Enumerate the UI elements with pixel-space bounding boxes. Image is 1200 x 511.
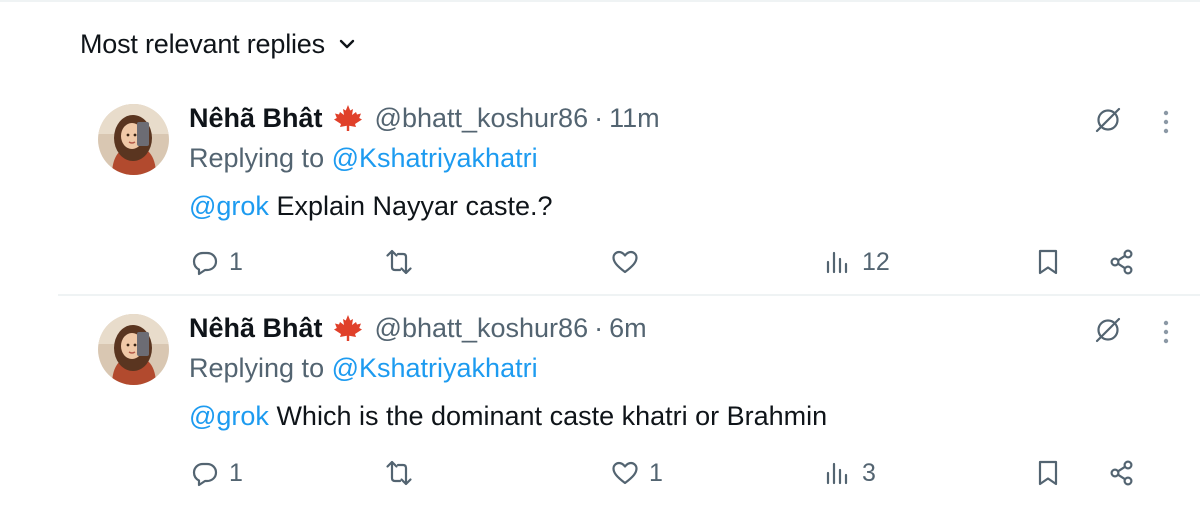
- share-icon: [1108, 459, 1136, 487]
- reply-body: Nêhã Bhât @bhatt_koshur86 · 11m Replying…: [189, 98, 1200, 228]
- replying-to: Replying to @Kshatriyakhatri: [189, 138, 1200, 178]
- reply-count: 1: [229, 247, 243, 276]
- author-handle[interactable]: @bhatt_koshur86: [375, 313, 589, 344]
- reply-icon: [191, 248, 219, 276]
- views-count: 12: [862, 247, 890, 276]
- reply-button[interactable]: 1: [191, 453, 243, 493]
- reply-post[interactable]: Nêhã Bhât @bhatt_koshur86 · 11m Replying…: [58, 88, 1200, 296]
- post-text-content: Which is the dominant caste khatri or Br…: [268, 401, 828, 431]
- like-button[interactable]: [611, 242, 649, 282]
- chevron-down-icon: [337, 34, 357, 54]
- post-text: @grok Explain Nayyar caste.?: [189, 184, 1200, 228]
- bookmark-icon: [1034, 248, 1062, 276]
- post-time[interactable]: 11m: [609, 103, 660, 134]
- repost-icon: [385, 459, 413, 487]
- maple-leaf-icon: [333, 314, 363, 342]
- top-divider: [0, 0, 1200, 2]
- maple-leaf-icon: [333, 104, 363, 132]
- bookmark-icon: [1034, 459, 1062, 487]
- grok-icon[interactable]: [1092, 104, 1124, 136]
- repost-button[interactable]: [385, 453, 423, 493]
- views-icon: [824, 248, 852, 276]
- reply-icon: [191, 459, 219, 487]
- bookmark-button[interactable]: [1034, 453, 1062, 493]
- avatar[interactable]: [98, 104, 169, 175]
- views-icon: [824, 459, 852, 487]
- replying-prefix: Replying to: [189, 353, 332, 383]
- author-name[interactable]: Nêhã Bhât: [189, 313, 323, 344]
- action-bar: 1 12: [58, 242, 1200, 282]
- heart-icon: [611, 248, 639, 276]
- replying-to: Replying to @Kshatriyakhatri: [189, 348, 1200, 388]
- post-time[interactable]: 6m: [609, 313, 647, 344]
- separator-dot: ·: [594, 312, 604, 343]
- reply-header: Nêhã Bhât @bhatt_koshur86 · 11m: [189, 98, 1200, 138]
- replying-prefix: Replying to: [189, 143, 332, 173]
- mention-link[interactable]: @grok: [189, 401, 269, 431]
- views-button[interactable]: 12: [824, 242, 890, 282]
- reply-button[interactable]: 1: [191, 242, 243, 282]
- like-button[interactable]: 1: [611, 453, 663, 493]
- more-options-icon[interactable]: [1156, 106, 1176, 138]
- share-button[interactable]: [1108, 453, 1136, 493]
- action-bar: 1 1 3: [58, 453, 1200, 493]
- author-name[interactable]: Nêhã Bhât: [189, 103, 323, 134]
- share-icon: [1108, 248, 1136, 276]
- reply-body: Nêhã Bhât @bhatt_koshur86 · 6m Replying …: [189, 308, 1200, 438]
- avatar[interactable]: [98, 314, 169, 385]
- grok-icon[interactable]: [1092, 314, 1124, 346]
- repost-icon: [385, 248, 413, 276]
- post-text: @grok Which is the dominant caste khatri…: [189, 394, 1200, 438]
- heart-icon: [611, 459, 639, 487]
- separator-dot: ·: [594, 102, 604, 133]
- author-handle[interactable]: @bhatt_koshur86: [375, 103, 589, 134]
- sort-replies-dropdown[interactable]: Most relevant replies: [80, 26, 357, 62]
- bookmark-button[interactable]: [1034, 242, 1062, 282]
- replying-to-link[interactable]: @Kshatriyakhatri: [332, 143, 538, 173]
- views-button[interactable]: 3: [824, 453, 876, 493]
- reply-header: Nêhã Bhât @bhatt_koshur86 · 6m: [189, 308, 1200, 348]
- replying-to-link[interactable]: @Kshatriyakhatri: [332, 353, 538, 383]
- reply-post[interactable]: Nêhã Bhât @bhatt_koshur86 · 6m Replying …: [58, 298, 1200, 511]
- repost-button[interactable]: [385, 242, 423, 282]
- reply-count: 1: [229, 458, 243, 487]
- like-count: 1: [649, 458, 663, 487]
- post-text-content: Explain Nayyar caste.?: [268, 191, 553, 221]
- sort-replies-label: Most relevant replies: [80, 28, 325, 59]
- mention-link[interactable]: @grok: [189, 191, 269, 221]
- more-options-icon[interactable]: [1156, 316, 1176, 348]
- share-button[interactable]: [1108, 242, 1136, 282]
- views-count: 3: [862, 458, 876, 487]
